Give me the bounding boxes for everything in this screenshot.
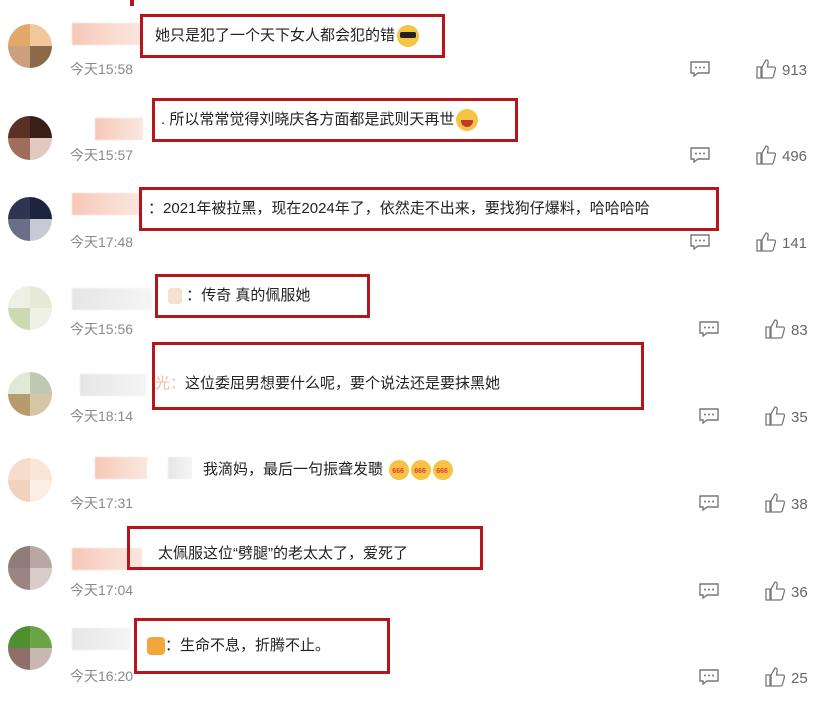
comment-item: ：生命不息，折腾不止。 今天16:20 25 (0, 618, 825, 704)
like-count: 25 (791, 670, 808, 687)
username-blurred[interactable] (72, 288, 152, 310)
666-emoji-icon (433, 453, 454, 491)
comment-icon[interactable] (690, 234, 710, 250)
username-blurred[interactable] (95, 118, 143, 140)
comment-text: ：2021年被拉黑，现在2024年了，依然走不出来，要找狗仔爆料，哈哈哈哈 (148, 200, 650, 217)
comment-time: 今天17:31 (70, 495, 134, 511)
666-emoji-icon (411, 453, 432, 491)
comment-item: 光：这位委屈男想要什么呢，要个说法还是要抹黑她 今天18:14 35 (0, 342, 825, 428)
avatar[interactable] (8, 197, 52, 241)
avatar[interactable] (8, 458, 52, 502)
comment-icon[interactable] (699, 408, 719, 424)
comment-item: ：2021年被拉黑，现在2024年了，依然走不出来，要找狗仔爆料，哈哈哈哈 今天… (0, 187, 825, 273)
thumbs-up-icon[interactable] (765, 319, 785, 339)
comment-time: 今天18:14 (70, 408, 134, 424)
highlight-box: 太佩服这位“劈腿”的老太太了，爱死了 (127, 526, 483, 570)
highlight-box: 她只是犯了一个天下女人都会犯的错 (140, 14, 445, 58)
username-blurred[interactable] (168, 457, 192, 479)
crown-emoji-icon (147, 637, 165, 656)
thumbs-up-icon[interactable] (765, 493, 785, 513)
comment-time: 今天17:48 (70, 234, 134, 250)
thumbs-up-icon[interactable] (756, 145, 776, 165)
comment-item: 她只是犯了一个天下女人都会犯的错 今天15:58 913 (0, 14, 825, 100)
comment-item: 太佩服这位“劈腿”的老太太了，爱死了 今天17:04 36 (0, 526, 825, 612)
comment-time: 今天15:58 (70, 61, 134, 77)
thumbs-up-icon[interactable] (765, 406, 785, 426)
like-count: 38 (791, 496, 808, 513)
highlight-box: ：传奇 真的佩服她 (155, 274, 370, 318)
comment-text: ：传奇 真的佩服她 (166, 277, 310, 315)
avatar[interactable] (8, 546, 52, 590)
highlight-box: . 所以常常觉得刘晓庆各方面都是武则天再世 (152, 98, 518, 142)
like-count: 83 (791, 322, 808, 339)
comment-item: . 所以常常觉得刘晓庆各方面都是武则天再世 今天15:57 496 (0, 98, 825, 184)
username-blurred[interactable] (72, 23, 142, 45)
highlight-box: 光：这位委屈男想要什么呢，要个说法还是要抹黑她 (152, 342, 644, 410)
comment-time: 今天15:57 (70, 147, 134, 163)
comment-text: ：生命不息，折腾不止。 (145, 627, 330, 665)
highlight-edge-mark (130, 0, 134, 6)
laughing-emoji-icon (456, 109, 479, 132)
avatar[interactable] (8, 626, 52, 670)
comment-icon[interactable] (699, 583, 719, 599)
avatar[interactable] (8, 116, 52, 160)
like-count: 913 (782, 62, 808, 79)
avatar[interactable] (8, 286, 52, 330)
thumbs-up-icon[interactable] (765, 581, 785, 601)
like-count: 141 (782, 235, 808, 252)
comment-icon[interactable] (699, 669, 719, 685)
comment-icon[interactable] (699, 495, 719, 511)
thumbs-up-icon[interactable] (756, 59, 776, 79)
comment-text: 我滴妈，最后一句振聋发聩 (203, 451, 454, 491)
like-count: 36 (791, 584, 808, 601)
comment-time: 今天15:56 (70, 321, 134, 337)
comment-icon[interactable] (690, 147, 710, 163)
highlight-box: ：生命不息，折腾不止。 (134, 618, 390, 674)
username-blurred[interactable] (80, 374, 146, 396)
comment-item: 我滴妈，最后一句振聋发聩 今天17:31 38 (0, 448, 825, 534)
comment-icon[interactable] (690, 61, 710, 77)
thumbs-up-icon[interactable] (765, 667, 785, 687)
avatar[interactable] (8, 24, 52, 68)
comment-time: 今天16:20 (70, 668, 134, 684)
comment-time: 今天17:04 (70, 582, 134, 598)
comment-text: 太佩服这位“劈腿”的老太太了，爱死了 (158, 545, 408, 562)
username-blurred[interactable] (95, 457, 147, 479)
like-count: 496 (782, 148, 808, 165)
username-blurred[interactable] (72, 628, 130, 650)
blurred-emoji-icon (168, 288, 182, 305)
like-count: 35 (791, 409, 808, 426)
comment-text: . 所以常常觉得刘晓庆各方面都是武则天再世 (161, 101, 479, 139)
thumbs-up-icon[interactable] (756, 232, 776, 252)
username-blurred[interactable] (72, 193, 142, 215)
cool-glasses-emoji-icon (397, 25, 420, 48)
highlight-box: ：2021年被拉黑，现在2024年了，依然走不出来，要找狗仔爆料，哈哈哈哈 (139, 187, 719, 231)
avatar[interactable] (8, 372, 52, 416)
666-emoji-icon (389, 453, 410, 491)
comment-text: 光：这位委屈男想要什么呢，要个说法还是要抹黑她 (155, 375, 501, 392)
comment-icon[interactable] (699, 321, 719, 337)
comment-text: 她只是犯了一个天下女人都会犯的错 (155, 17, 420, 55)
